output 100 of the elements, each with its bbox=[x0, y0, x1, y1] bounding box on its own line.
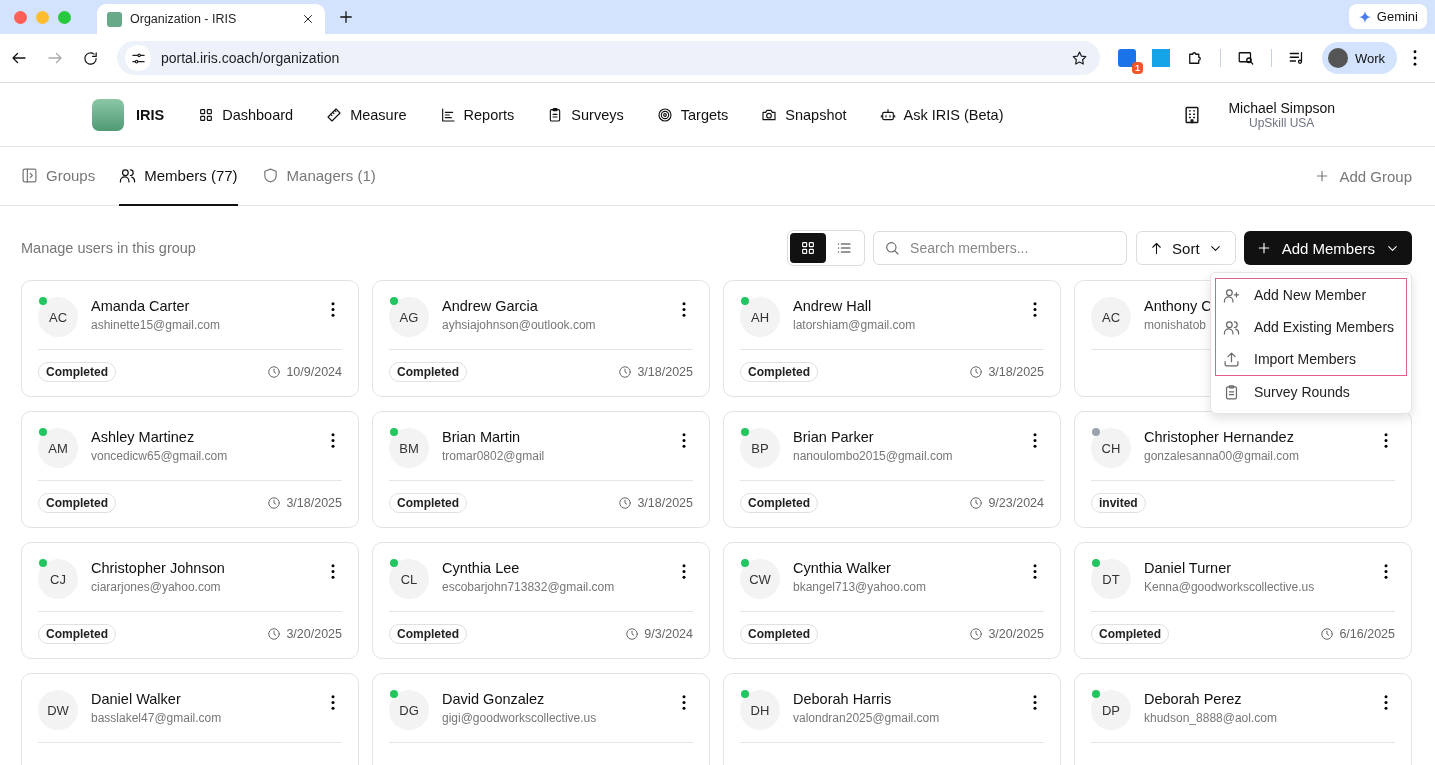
page-subtitle: Manage users in this group bbox=[21, 240, 197, 256]
notification-count: 1 bbox=[1131, 62, 1143, 74]
grid-view-button[interactable] bbox=[790, 233, 827, 263]
iris-logo-icon bbox=[92, 98, 124, 131]
avatar-initials: DH bbox=[740, 690, 780, 730]
user-name: Michael Simpson bbox=[1228, 99, 1335, 116]
avatar-initials: CW bbox=[740, 559, 780, 599]
more-options-button[interactable] bbox=[331, 433, 335, 448]
date-text: 3/18/2025 bbox=[286, 496, 342, 510]
robot-icon bbox=[879, 106, 896, 123]
clock-icon bbox=[267, 365, 282, 379]
member-email: monishatob bbox=[1144, 318, 1207, 332]
nav-link[interactable]: Targets bbox=[656, 106, 729, 123]
address-bar[interactable]: portal.iris.coach/organization bbox=[117, 41, 1100, 75]
close-icon bbox=[301, 12, 315, 26]
add-group-button[interactable]: Add Group bbox=[1314, 147, 1412, 205]
member-email: ayhsiajohnson@outlook.com bbox=[442, 318, 596, 332]
avatar-initials: DT bbox=[1091, 559, 1131, 599]
member-name: David Gonzalez bbox=[442, 691, 545, 707]
avatar-initials: AH bbox=[740, 297, 780, 337]
member-email: gonzalesanna00@gmail.com bbox=[1144, 449, 1299, 463]
date-text: 3/18/2025 bbox=[988, 365, 1044, 379]
clock-icon bbox=[625, 627, 640, 641]
more-options-button[interactable] bbox=[1384, 695, 1388, 710]
search-field[interactable]: Search members... bbox=[873, 231, 1128, 265]
member-name: Amanda Carter bbox=[91, 298, 190, 314]
upload-icon bbox=[1223, 350, 1240, 368]
member-name: Deborah Perez bbox=[1144, 691, 1242, 707]
avatar-initials: DP bbox=[1091, 690, 1131, 730]
more-options-button[interactable] bbox=[682, 433, 686, 448]
more-options-button[interactable] bbox=[682, 695, 686, 710]
avatar-initials: CL bbox=[389, 559, 429, 599]
new-tab-icon bbox=[337, 8, 355, 26]
avatar-initials: DW bbox=[38, 690, 78, 730]
date-text: 3/20/2025 bbox=[286, 627, 342, 641]
nav-link[interactable]: Dashboard bbox=[198, 106, 294, 123]
extension-icon[interactable] bbox=[1117, 49, 1136, 67]
screen-search-icon bbox=[1236, 49, 1255, 67]
more-icon[interactable] bbox=[1413, 50, 1417, 66]
ruler-icon bbox=[326, 106, 343, 123]
more-options-button[interactable] bbox=[1384, 433, 1388, 448]
member-name: Ashley Martinez bbox=[91, 429, 195, 445]
clock-icon bbox=[267, 496, 282, 510]
member-email: gigi@goodworkscollective.us bbox=[442, 711, 597, 725]
nav-link[interactable]: Measure bbox=[326, 106, 407, 123]
member-email: basslakel47@gmail.com bbox=[91, 711, 222, 725]
profile-button[interactable]: Work bbox=[1321, 42, 1397, 74]
tab[interactable]: Managers (1) bbox=[261, 147, 376, 206]
date-text: 6/16/2025 bbox=[1339, 627, 1395, 641]
menu-item[interactable]: Survey Rounds bbox=[1215, 376, 1407, 408]
shield-icon bbox=[261, 167, 279, 184]
tab[interactable]: Groups bbox=[21, 147, 96, 206]
menu-item[interactable]: Import Members bbox=[1215, 343, 1407, 376]
member-name: Daniel Turner bbox=[1144, 560, 1232, 576]
sort-button[interactable]: Sort bbox=[1136, 231, 1236, 265]
date-text: 3/20/2025 bbox=[988, 627, 1044, 641]
clock-icon bbox=[969, 627, 984, 641]
member-name: Andrew Garcia bbox=[442, 298, 538, 314]
bar-chart-icon bbox=[439, 106, 456, 123]
clock-icon bbox=[267, 627, 282, 641]
more-options-button[interactable] bbox=[682, 564, 686, 579]
more-options-button[interactable] bbox=[331, 564, 335, 579]
member-email: tromar0802@gmail bbox=[442, 449, 545, 463]
avatar-initials: CJ bbox=[38, 559, 78, 599]
member-email: Kenna@goodworkscollective.us bbox=[1144, 580, 1315, 594]
more-options-button[interactable] bbox=[1033, 695, 1037, 710]
member-name: Andrew Hall bbox=[793, 298, 872, 314]
clipboard-icon bbox=[1223, 383, 1240, 401]
nav-link[interactable]: Reports bbox=[439, 106, 515, 123]
menu-item[interactable]: Add New Member bbox=[1215, 278, 1407, 311]
date-text: 3/18/2025 bbox=[637, 365, 693, 379]
more-options-button[interactable] bbox=[1033, 302, 1037, 317]
member-name: Brian Parker bbox=[793, 429, 874, 445]
tab[interactable]: Members (77) bbox=[119, 147, 238, 206]
member-email: bkangel713@yahoo.com bbox=[793, 580, 926, 594]
member-name: Deborah Harris bbox=[793, 691, 892, 707]
browser-tab[interactable]: Organization - IRIS bbox=[97, 4, 325, 34]
menu-item[interactable]: Add Existing Members bbox=[1215, 311, 1407, 343]
more-options-button[interactable] bbox=[331, 695, 335, 710]
grid-icon bbox=[198, 106, 215, 123]
reload-icon bbox=[82, 49, 99, 67]
member-name: Christopher Hernandez bbox=[1144, 429, 1294, 445]
nav-link[interactable]: Ask IRIS (Beta) bbox=[879, 106, 1004, 123]
more-options-button[interactable] bbox=[331, 302, 335, 317]
nav-link[interactable]: Surveys bbox=[547, 106, 624, 123]
extension-icon[interactable] bbox=[1151, 49, 1170, 67]
more-options-button[interactable] bbox=[1033, 564, 1037, 579]
avatar bbox=[1327, 48, 1348, 68]
more-options-button[interactable] bbox=[1033, 433, 1037, 448]
member-email: voncedicw65@gmail.com bbox=[91, 449, 228, 463]
gemini-button[interactable]: Gemini bbox=[1348, 4, 1427, 29]
member-email: nanoulombo2015@gmail.com bbox=[793, 449, 953, 463]
users-icon bbox=[1223, 318, 1240, 336]
nav-link[interactable]: Snapshot bbox=[761, 106, 847, 123]
more-options-button[interactable] bbox=[1384, 564, 1388, 579]
add-members-button[interactable]: Add Members bbox=[1243, 231, 1412, 265]
avatar-initials: BM bbox=[389, 428, 429, 468]
avatar-initials: DG bbox=[389, 690, 429, 730]
date-text: 10/9/2024 bbox=[286, 365, 342, 379]
more-options-button[interactable] bbox=[682, 302, 686, 317]
